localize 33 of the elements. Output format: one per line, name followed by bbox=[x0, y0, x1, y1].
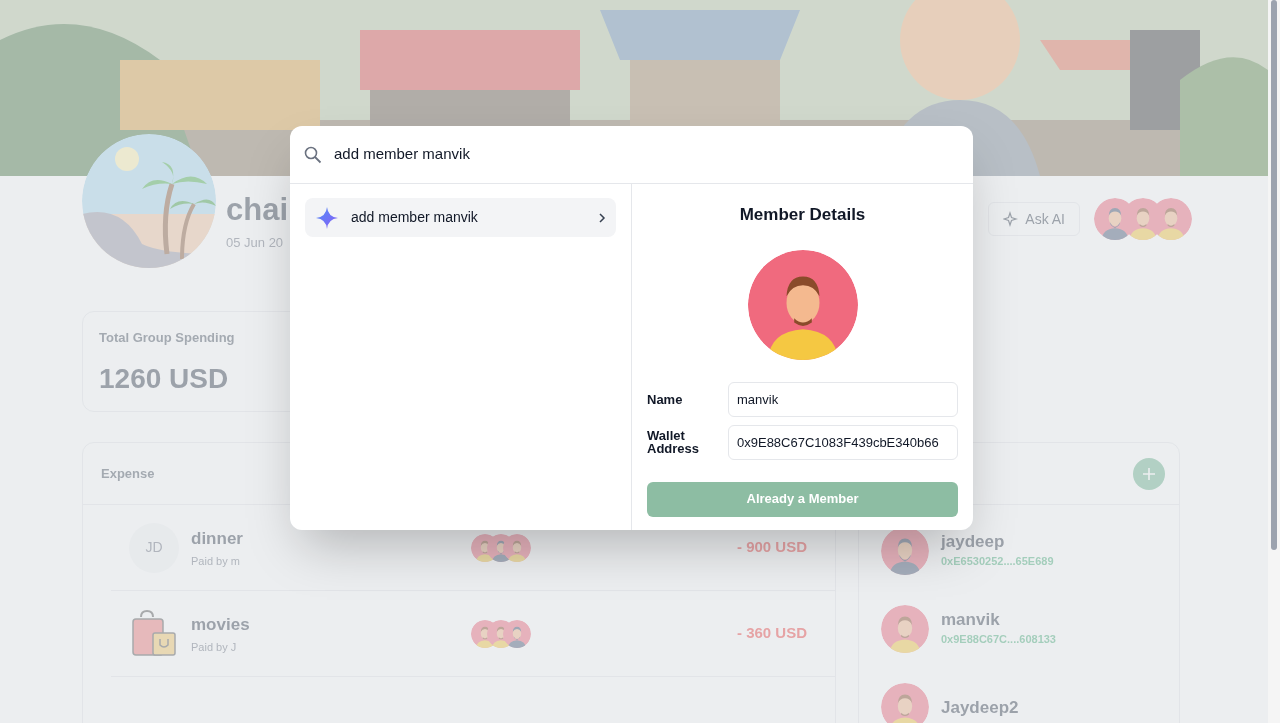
add-member-button[interactable] bbox=[1133, 457, 1165, 490]
expense-title: dinner bbox=[191, 527, 244, 550]
expense-amount: - 900 USD bbox=[736, 537, 807, 558]
avatar-icon bbox=[503, 533, 531, 562]
avatar-icon bbox=[881, 605, 929, 653]
member-name: manvik bbox=[941, 610, 1001, 630]
field-label: Wallet Address bbox=[647, 429, 701, 455]
panel-heading: Expense bbox=[101, 464, 155, 483]
wallet-address: 0xE6530252....65E689 bbox=[941, 554, 1054, 570]
avatar-icon bbox=[881, 527, 929, 575]
expense-title: movies bbox=[191, 613, 251, 636]
input-field[interactable]: 0x9E88C67C1083F439cbE340b66 bbox=[728, 424, 958, 460]
member-name: jaydeep bbox=[941, 532, 1006, 552]
member-name: Jaydeep2 bbox=[941, 697, 1019, 717]
sparkle-icon bbox=[1003, 211, 1020, 227]
avatar-icon bbox=[881, 683, 929, 723]
details-title: Member Details bbox=[739, 204, 866, 226]
paid-by-text: Paid by m bbox=[191, 554, 241, 569]
expense-amount: - 360 USD bbox=[736, 623, 807, 644]
card-label: Total Group Spending bbox=[99, 329, 236, 347]
chevron-right-icon bbox=[598, 211, 606, 224]
group-date: 05 Jun 20 bbox=[226, 234, 285, 252]
avatar-icon bbox=[503, 619, 531, 648]
scrollbar[interactable] bbox=[1268, 0, 1280, 723]
shopping-bag-icon bbox=[129, 608, 179, 659]
plus-icon bbox=[1142, 466, 1156, 481]
input-field[interactable]: manvik bbox=[728, 381, 958, 417]
spending-amount: 1260 USD bbox=[99, 361, 230, 396]
group-title: chai bbox=[226, 191, 289, 229]
result-item[interactable]: add member manvik bbox=[305, 198, 616, 237]
wallet-address: 0x9E88C67C....608133 bbox=[941, 632, 1056, 648]
field-label: Name bbox=[647, 392, 684, 406]
result-label: add member manvik bbox=[351, 208, 479, 227]
